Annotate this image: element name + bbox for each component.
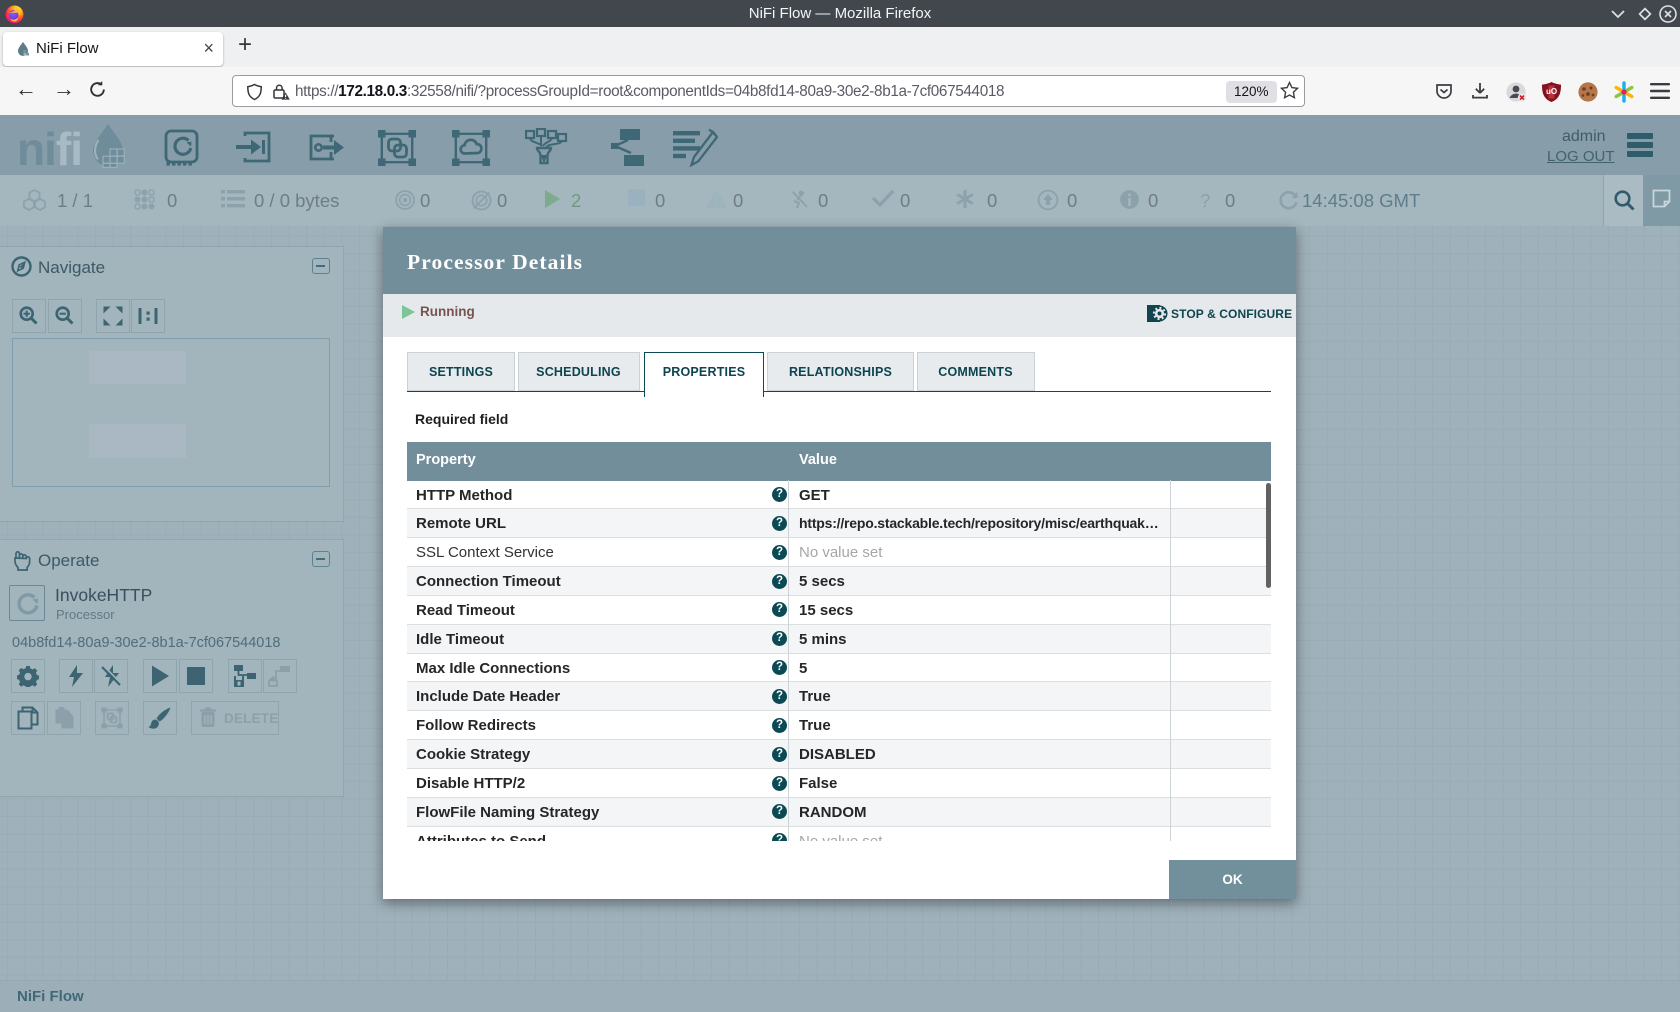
svg-text:uO: uO <box>1546 87 1557 96</box>
